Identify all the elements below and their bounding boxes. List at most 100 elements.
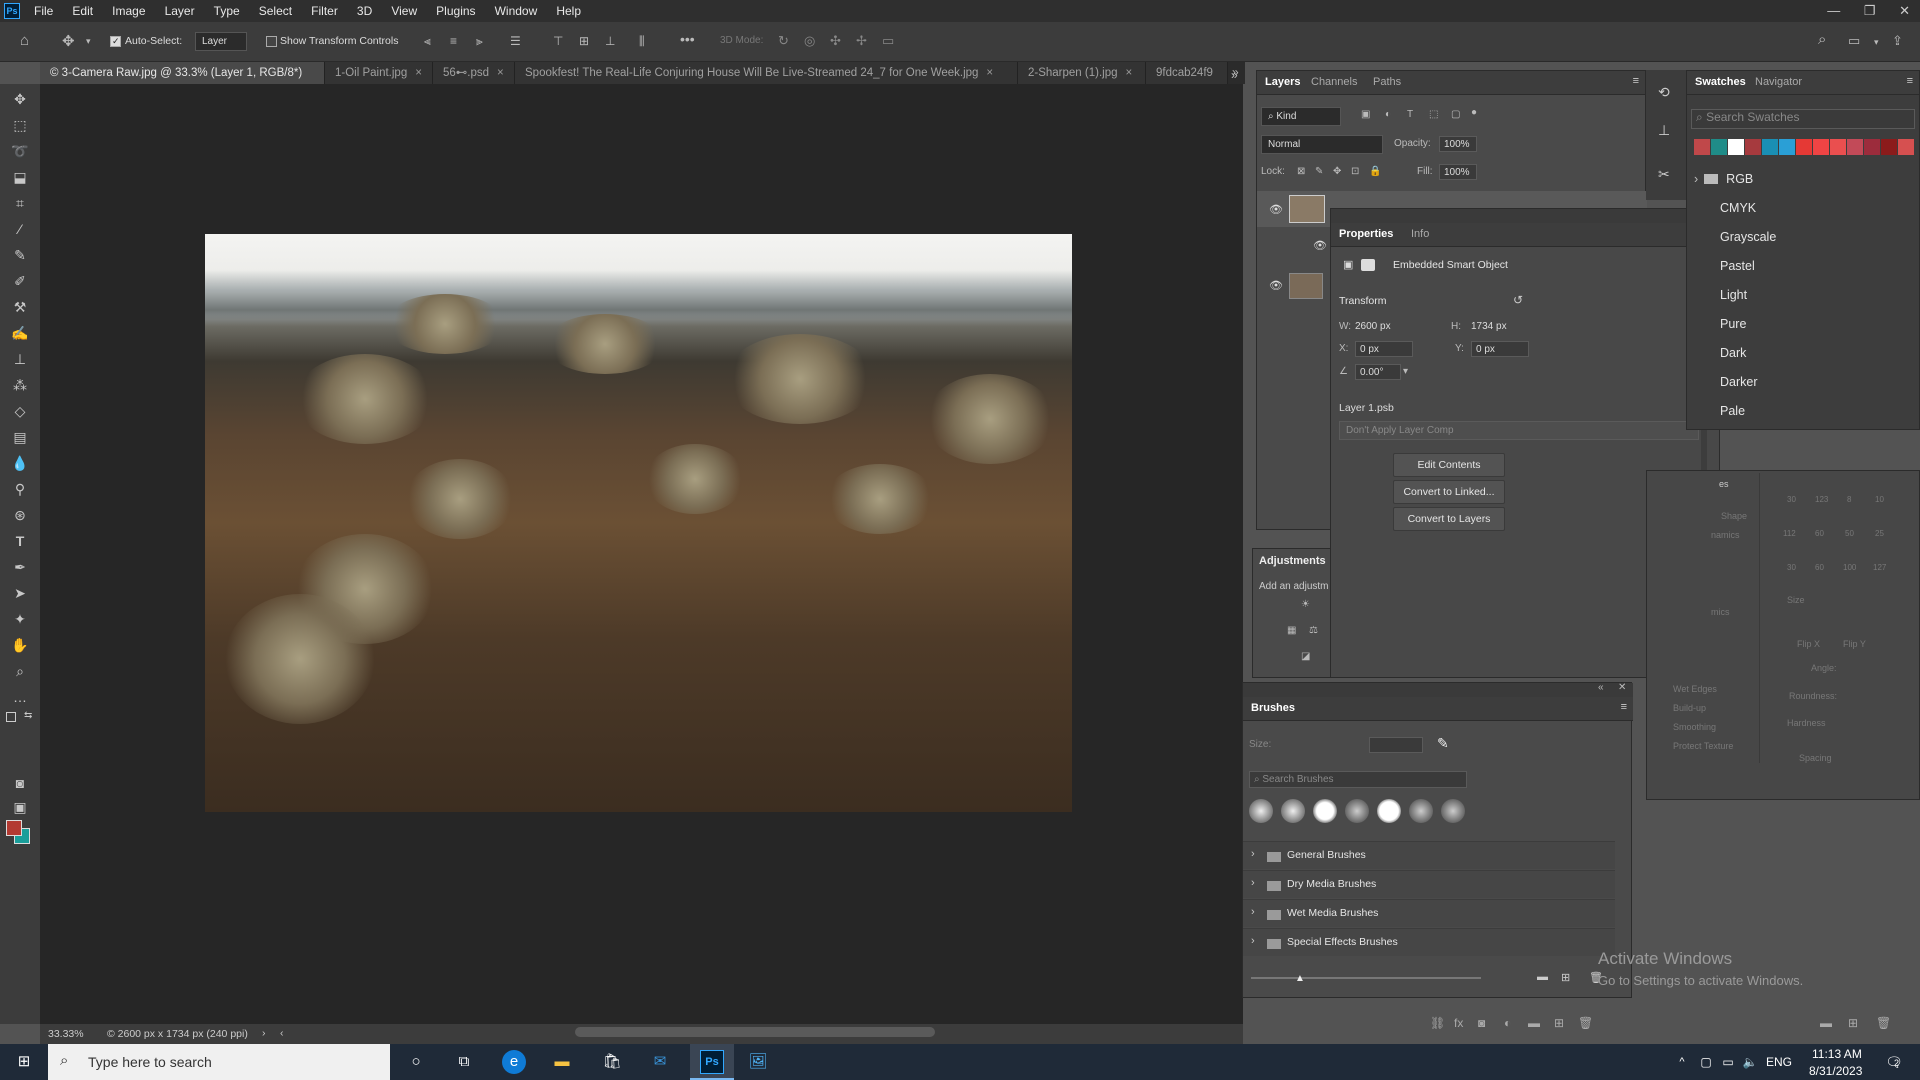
swatch-group-pure[interactable]: Pure	[1720, 317, 1746, 331]
path-select-icon[interactable]: ➤	[8, 582, 32, 604]
photoshop-taskbar-button[interactable]: Ps	[690, 1044, 734, 1080]
document-image[interactable]	[205, 234, 1072, 812]
menu-view[interactable]: View	[391, 4, 417, 18]
close-icon[interactable]: ✕	[1899, 3, 1910, 18]
curves-icon[interactable]: ◪	[1301, 651, 1310, 662]
crop-tool-icon[interactable]: ⌗	[8, 192, 32, 214]
color-swatch[interactable]	[1813, 139, 1829, 155]
tab-camera-raw[interactable]: © 3-Camera Raw.jpg @ 33.3% (Layer 1, RGB…	[40, 62, 325, 101]
adjustment-layer-icon[interactable]: ◐	[1504, 1016, 1511, 1030]
panel-menu-icon[interactable]: ≡	[1907, 75, 1913, 87]
align-top-icon[interactable]: ⊤	[553, 34, 563, 48]
swatches-search-input[interactable]: ⌕ Search Swatches	[1691, 109, 1915, 129]
tab-psd[interactable]: 56⊷.psd ×	[433, 62, 515, 84]
history-icon[interactable]: ⟲	[1658, 84, 1670, 101]
3d-pan-icon[interactable]: ✣	[830, 33, 841, 49]
convert-to-layers-button[interactable]: Convert to Layers	[1393, 507, 1505, 531]
clone-stamp-icon[interactable]: ⚒	[8, 296, 32, 318]
new-brush-icon[interactable]: ✎	[1437, 735, 1449, 752]
balance-icon[interactable]: ⚖	[1309, 625, 1318, 636]
flip-x-checkbox[interactable]: Flip X	[1797, 639, 1820, 649]
visibility-eye-icon[interactable]: 👁	[1269, 279, 1283, 292]
brush-folder-wet-media[interactable]: › Wet Media Brushes	[1243, 899, 1615, 927]
dodge-tool-icon[interactable]: ⚲	[8, 478, 32, 500]
history-brush-icon[interactable]: ✍	[8, 322, 32, 344]
swatch-group-pastel[interactable]: Pastel	[1720, 259, 1755, 273]
brush-folder-dry-media[interactable]: › Dry Media Brushes	[1243, 870, 1615, 898]
new-brush-preset-icon[interactable]: ⊞	[1561, 971, 1570, 984]
close-icon[interactable]: ×	[415, 67, 422, 79]
reset-transform-icon[interactable]: ↺	[1513, 293, 1523, 307]
brush-preset[interactable]	[1281, 799, 1305, 823]
color-swatch[interactable]	[1847, 139, 1863, 155]
collapse-icon[interactable]: «	[1598, 682, 1604, 693]
hand-tool-icon[interactable]: ✋	[8, 634, 32, 656]
brush-search-input[interactable]: ⌕ Search Brushes	[1249, 771, 1467, 788]
foreground-color-swatch[interactable]	[6, 820, 22, 836]
blur-tool-icon[interactable]: 💧	[8, 452, 32, 474]
lock-all-icon[interactable]: 🔒	[1369, 166, 1381, 177]
panel-menu-icon[interactable]: ≡	[1621, 701, 1627, 713]
close-icon[interactable]: ✕	[1618, 682, 1626, 693]
close-icon[interactable]: ×	[1126, 67, 1133, 79]
color-swatch[interactable]	[1830, 139, 1846, 155]
brush-preset[interactable]	[1313, 799, 1337, 823]
swatch-group-cmyk[interactable]: CMYK	[1720, 201, 1756, 215]
gradient-tool-icon[interactable]: ▤	[8, 426, 32, 448]
filter-type-icon[interactable]: T	[1407, 109, 1413, 120]
more-tools-icon[interactable]: …	[8, 686, 32, 708]
brush-settings-tab[interactable]: es	[1719, 479, 1729, 489]
horizontal-scrollbar[interactable]	[575, 1027, 935, 1037]
new-folder-icon[interactable]: ▬	[1537, 971, 1548, 983]
channel-mixer-icon[interactable]: ▦	[1287, 625, 1296, 636]
default-colors-icon[interactable]	[6, 712, 16, 722]
angle-input[interactable]: 0.00°	[1355, 364, 1401, 380]
tab-oil-paint[interactable]: 1-Oil Paint.jpg ×	[325, 62, 433, 84]
windows-start-icon[interactable]: ⊞	[12, 1050, 36, 1074]
color-swatch[interactable]	[1728, 139, 1744, 155]
tab-sharpen[interactable]: 2-Sharpen (1).jpg ×	[1018, 62, 1146, 84]
tools-preset-icon[interactable]: ✂	[1658, 166, 1670, 183]
menu-help[interactable]: Help	[556, 4, 581, 18]
mail-icon[interactable]: ✉	[648, 1050, 672, 1074]
align-left-icon[interactable]: ⫷	[424, 34, 431, 49]
move-tool-icon[interactable]: ✥	[62, 32, 75, 50]
taskbar-search[interactable]: ⌕ Type here to search	[48, 1044, 390, 1080]
brush-option-smoothing[interactable]: Smoothing	[1673, 722, 1716, 732]
lasso-tool-icon[interactable]: ➰	[8, 140, 32, 162]
add-mask-icon[interactable]: ◙	[1478, 1016, 1485, 1030]
volume-icon[interactable]: 🔈	[1738, 1050, 1762, 1074]
workspace-chevron-icon[interactable]: ▾	[1874, 37, 1879, 48]
align-bottom-icon[interactable]: ⊥	[605, 34, 615, 48]
color-swatch[interactable]	[1881, 139, 1897, 155]
brush-preview-slider[interactable]	[1251, 977, 1481, 979]
move-tool-icon[interactable]: ✥	[8, 88, 32, 110]
swatch-group-darker[interactable]: Darker	[1720, 375, 1758, 389]
language-indicator[interactable]: ENG	[1766, 1055, 1792, 1069]
delete-layer-icon[interactable]: 🗑	[1578, 1016, 1593, 1030]
brush-preset[interactable]	[1441, 799, 1465, 823]
quick-mask-icon[interactable]: ◙	[8, 772, 32, 794]
file-explorer-icon[interactable]: ▬	[550, 1050, 574, 1074]
show-transform-checkbox[interactable]	[266, 36, 277, 47]
filter-shape-icon[interactable]: ⬚	[1429, 109, 1438, 120]
new-group-icon[interactable]: ▬	[1528, 1016, 1540, 1030]
search-icon[interactable]: ⌕	[1818, 31, 1826, 48]
flip-y-checkbox[interactable]: Flip Y	[1843, 639, 1866, 649]
marquee-tool-icon[interactable]: ⬚	[8, 114, 32, 136]
distribute-vertical-icon[interactable]: ⫼	[639, 34, 645, 49]
type-tool-icon[interactable]: T	[8, 530, 32, 552]
menu-image[interactable]: Image	[112, 4, 145, 18]
3d-orbit-icon[interactable]: ↻	[778, 33, 789, 49]
document-info[interactable]: © 2600 px x 1734 px (240 ppi)	[107, 1028, 248, 1040]
menu-layer[interactable]: Layer	[165, 4, 195, 18]
brush-option[interactable]: Shape	[1721, 511, 1747, 521]
status-arrow-icon[interactable]: ›	[262, 1027, 266, 1039]
brush-folder-special-effects[interactable]: › Special Effects Brushes	[1243, 928, 1615, 956]
brush-preset[interactable]	[1345, 799, 1369, 823]
brush-tool-icon[interactable]: ✐	[8, 270, 32, 292]
tab-channels[interactable]: Channels	[1311, 76, 1357, 88]
color-swatch[interactable]	[1745, 139, 1761, 155]
object-select-icon[interactable]: ⬓	[8, 166, 32, 188]
close-icon[interactable]: ×	[497, 67, 504, 79]
